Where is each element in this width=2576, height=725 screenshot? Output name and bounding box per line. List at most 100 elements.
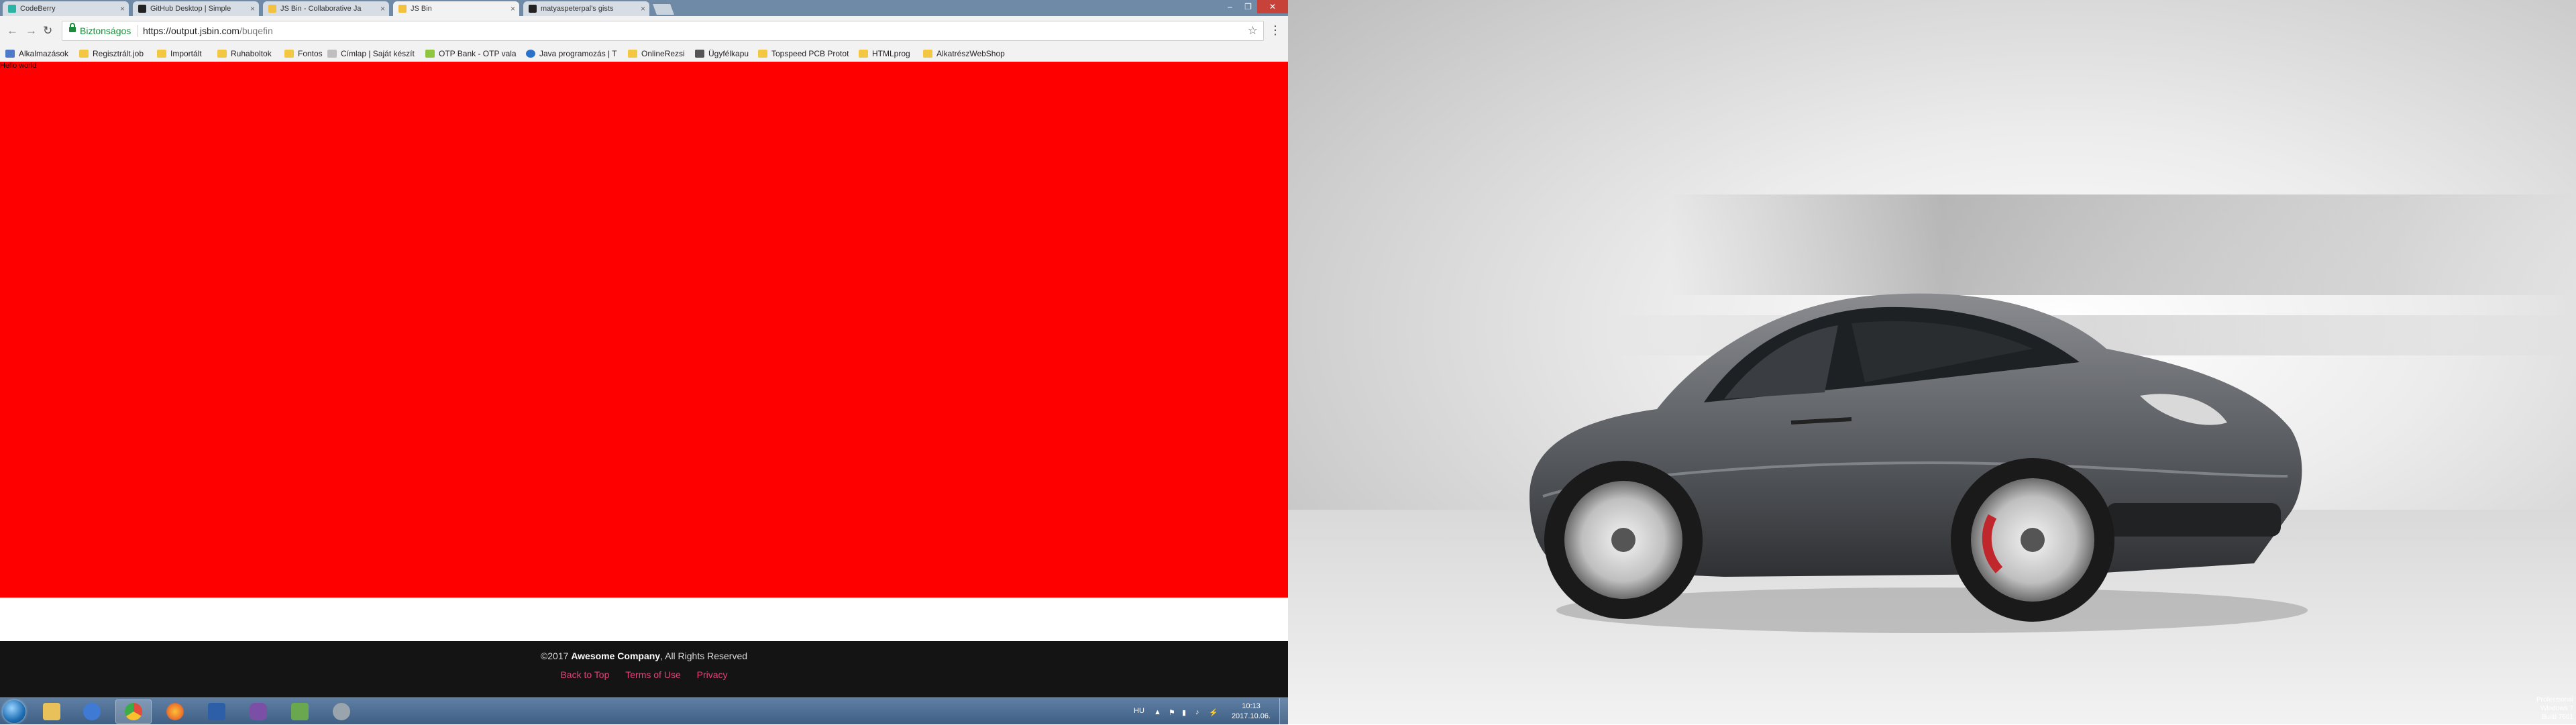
bookmark-item[interactable]: Címlap | Saját készít xyxy=(327,46,415,62)
bookmark-item[interactable]: Importált xyxy=(157,46,202,62)
language-indicator[interactable]: HU xyxy=(1134,707,1144,715)
system-tray: HU ▲ ⚑ ▮ ♪ ⚡ 10:13 2017.10.06. xyxy=(1127,698,1288,725)
taskbar-app-firefox[interactable] xyxy=(157,700,193,724)
copyright-text: ©2017 Awesome Company, All Rights Reserv… xyxy=(0,651,1288,661)
bookmark-item[interactable]: Java programozás | T xyxy=(526,46,617,62)
tray-expand-icon[interactable]: ▲ xyxy=(1154,708,1161,716)
tab-label: GitHub Desktop | Simple xyxy=(150,5,231,13)
tools-icon xyxy=(333,703,350,720)
terms-of-use-link[interactable]: Terms of Use xyxy=(625,669,680,680)
ie-icon xyxy=(526,50,535,58)
volume-icon[interactable]: ♪ xyxy=(1195,708,1199,716)
taskbar-app-viber[interactable] xyxy=(240,700,276,724)
network-icon[interactable]: ▮ xyxy=(1182,708,1186,717)
firefox-icon xyxy=(166,703,184,720)
tab-close-icon[interactable]: × xyxy=(250,1,255,16)
tab-jsbin-collaborative[interactable]: JS Bin - Collaborative Ja × xyxy=(263,1,389,16)
forward-button[interactable]: → xyxy=(25,25,37,37)
clock-date: 2017.10.06. xyxy=(1231,712,1271,720)
bookmark-label: Alkalmazások xyxy=(19,49,69,58)
bookmark-item[interactable]: Topspeed PCB Protot xyxy=(758,46,849,62)
reload-button[interactable]: ↻ xyxy=(43,25,52,37)
bookmark-label: OTP Bank - OTP vala xyxy=(439,49,517,58)
tab-close-icon[interactable]: × xyxy=(380,1,385,16)
bookmark-item[interactable]: Ruhaboltok xyxy=(217,46,272,62)
bookmarks-bar: Alkalmazások Regisztrált.job Importált R… xyxy=(0,46,1288,62)
tab-jsbin-active[interactable]: JS Bin × xyxy=(393,1,519,16)
page-viewport: Hello world ©2017 Awesome Company, All R… xyxy=(0,62,1288,698)
taskbar-app-thunderbird[interactable] xyxy=(74,700,110,724)
window-controls: – ❐ ✕ xyxy=(1221,0,1288,13)
tab-strip: CodeBerry × GitHub Desktop | Simple × JS… xyxy=(0,0,1288,16)
flag-icon[interactable]: ⚑ xyxy=(1169,708,1175,717)
bookmark-item[interactable]: Regisztrált.job xyxy=(79,46,144,62)
taskbar-app-floppy[interactable] xyxy=(199,700,235,724)
copyright-suffix: , All Rights Reserved xyxy=(660,651,748,661)
new-tab-button[interactable] xyxy=(653,4,674,15)
address-bar[interactable]: Biztonságos https://output.jsbin.com/buq… xyxy=(62,21,1264,41)
bookmark-item[interactable]: OTP Bank - OTP vala xyxy=(425,46,517,62)
folder-icon xyxy=(43,703,60,720)
bookmark-item[interactable]: AlkatrészWebShop xyxy=(923,46,1005,62)
copyright-prefix: ©2017 xyxy=(540,651,572,661)
tab-label: JS Bin xyxy=(411,5,432,13)
browser-menu-icon[interactable]: ⋮ xyxy=(1269,24,1281,36)
front-wheel xyxy=(1951,458,2114,622)
bookmark-label: Ruhaboltok xyxy=(231,49,272,58)
page-icon xyxy=(327,50,337,58)
red-box: Hello world xyxy=(0,62,1288,598)
otp-icon xyxy=(425,50,435,58)
mail-icon xyxy=(83,703,101,720)
bookmark-item[interactable]: HTMLprog xyxy=(859,46,910,62)
privacy-link[interactable]: Privacy xyxy=(697,669,728,680)
bookmark-label: OnlineRezsi xyxy=(641,49,685,58)
bookmark-label: Címlap | Saját készít xyxy=(341,49,415,58)
tab-close-icon[interactable]: × xyxy=(641,1,645,16)
folder-icon xyxy=(628,50,637,58)
back-to-top-link[interactable]: Back to Top xyxy=(560,669,609,680)
footer-links: Back to Top Terms of Use Privacy xyxy=(0,669,1288,680)
maximize-button[interactable]: ❐ xyxy=(1239,0,1257,13)
notepad-icon xyxy=(291,703,309,720)
close-window-button[interactable]: ✕ xyxy=(1257,0,1288,13)
apps-grid-icon xyxy=(5,50,15,58)
minimize-button[interactable]: – xyxy=(1221,0,1239,13)
tab-gists[interactable]: matyaspeterpal's gists × xyxy=(523,1,649,16)
tab-label: matyaspeterpal's gists xyxy=(541,5,614,13)
clock[interactable]: 10:13 2017.10.06. xyxy=(1228,702,1275,722)
folder-icon xyxy=(157,50,166,58)
jsbin-icon xyxy=(398,5,407,13)
browser-window: CodeBerry × GitHub Desktop | Simple × JS… xyxy=(0,0,1288,698)
bookmark-label: Fontos xyxy=(298,49,323,58)
taskbar-app-tools[interactable] xyxy=(323,700,360,724)
chrome-icon xyxy=(125,703,142,720)
hello-text: Hello world xyxy=(0,62,37,70)
gov-icon xyxy=(695,50,704,58)
tab-github-desktop[interactable]: GitHub Desktop | Simple × xyxy=(133,1,259,16)
tab-close-icon[interactable]: × xyxy=(120,1,125,16)
tab-label: JS Bin - Collaborative Ja xyxy=(280,5,362,13)
bookmark-item[interactable]: Ügyfélkapu xyxy=(695,46,749,62)
watermark-line: Windows 7 xyxy=(2540,705,2573,712)
power-icon[interactable]: ⚡ xyxy=(1209,708,1218,717)
tab-close-icon[interactable]: × xyxy=(511,1,515,16)
taskbar-app-explorer[interactable] xyxy=(34,700,70,724)
bookmark-item[interactable]: Fontos xyxy=(284,46,323,62)
sports-car-image xyxy=(1529,293,2308,633)
clock-time: 10:13 xyxy=(1242,702,1260,710)
back-button[interactable]: ← xyxy=(7,25,18,37)
page-footer: ©2017 Awesome Company, All Rights Reserv… xyxy=(0,641,1288,698)
bookmark-star-icon[interactable]: ☆ xyxy=(1248,24,1258,38)
bookmark-item[interactable]: Alkalmazások xyxy=(5,46,68,62)
url-text[interactable]: https://output.jsbin.com/buqefin xyxy=(143,25,273,36)
taskbar-app-notepad[interactable] xyxy=(282,700,318,724)
taskbar-app-chrome[interactable] xyxy=(115,700,152,724)
show-desktop-button[interactable] xyxy=(1279,698,1288,725)
taskbar: HU ▲ ⚑ ▮ ♪ ⚡ 10:13 2017.10.06. xyxy=(0,698,1288,725)
tab-codeberry[interactable]: CodeBerry × xyxy=(3,1,129,16)
tab-label: CodeBerry xyxy=(20,5,56,13)
bookmark-label: Regisztrált.job xyxy=(93,49,144,58)
start-button[interactable] xyxy=(3,700,25,723)
bookmark-item[interactable]: OnlineRezsi xyxy=(628,46,685,62)
company-name: Awesome Company xyxy=(571,651,661,661)
